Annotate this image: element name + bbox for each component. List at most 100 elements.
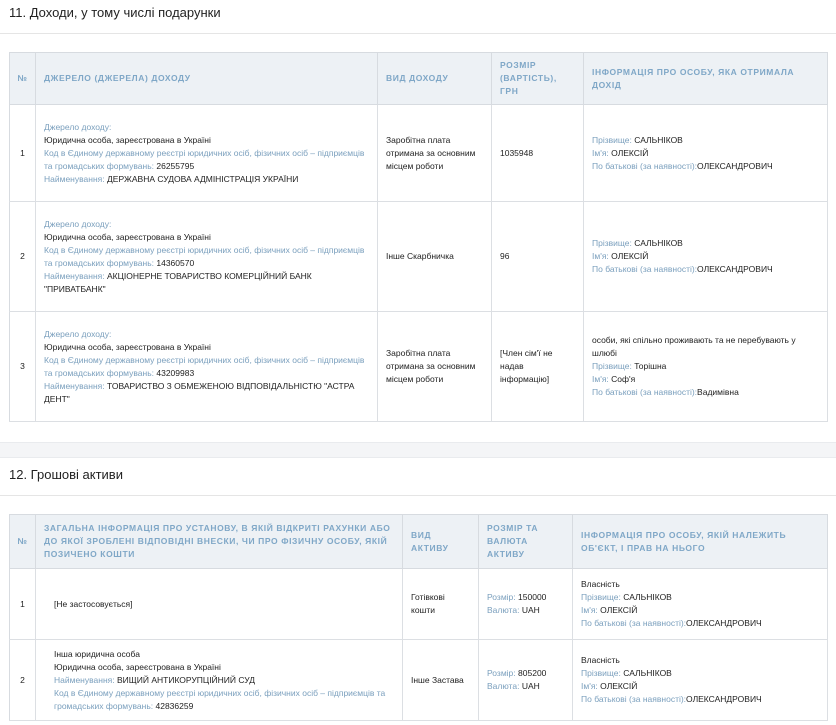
source-kind: Юридична особа, зареєстрована в Україні (44, 231, 211, 242)
patronymic-label: По батькові (за наявності): (581, 618, 687, 628)
source-label: Джерело доходу: (44, 218, 112, 229)
income-source-cell: Джерело доходу: Юридична особа, зареєстр… (35, 104, 378, 202)
section-title-income: 11. Доходи, у тому числі подарунки (0, 0, 836, 34)
firstname-value: ОЛЕКСІЙ (600, 681, 638, 691)
code-value: 14360570 (156, 257, 195, 268)
income-source-cell: Джерело доходу: Юридична особа, зареєстр… (35, 311, 378, 422)
size-value: 805200 (518, 668, 547, 678)
col-header-amount: РОЗМІР (ВАРТІСТЬ), ГРН (491, 52, 584, 105)
name-value: ВИЩИЙ АНТИКОРУПЦІЙНИЙ СУД (117, 674, 256, 685)
relationship-text: особи, які спільно проживають та не пере… (592, 335, 796, 358)
code-value: 42836259 (155, 700, 194, 711)
section-monetary-assets: 12. Грошові активи № ЗАГАЛЬНА ІНФОРМАЦІЯ… (0, 458, 836, 721)
col-header-owner: ІНФОРМАЦІЯ ПРО ОСОБУ, ЯКІЙ НАЛЕЖИТЬ ОБ'Є… (572, 514, 828, 569)
code-label: Код в Єдиному державному реєстрі юридичн… (44, 354, 365, 378)
surname-label: Прізвище: (592, 238, 632, 248)
surname-value: САЛЬНІКОВ (623, 668, 672, 678)
assets-table: № ЗАГАЛЬНА ІНФОРМАЦІЯ ПРО УСТАНОВУ, В ЯК… (9, 514, 828, 721)
income-amount: 96 (491, 201, 584, 312)
currency-label: Валюта: (487, 605, 520, 615)
surname-label: Прізвище: (592, 134, 632, 145)
code-label: Код в Єдиному державному реєстрі юридичн… (44, 147, 365, 171)
row-number: 2 (9, 639, 36, 721)
name-label: Найменування: (54, 674, 115, 685)
currency-value: UAH (521, 605, 540, 615)
patronymic-label: По батькові (за наявності): (592, 387, 698, 397)
table-row: 2 Джерело доходу: Юридична особа, зареєс… (9, 201, 828, 312)
patronymic-value: ОЛЕКСАНДРОВИЧ (686, 694, 762, 704)
patronymic-label: По батькові (за наявності): (581, 694, 687, 704)
income-type: Заробітна плата отримана за основним міс… (377, 104, 492, 202)
recipient-cell: Прізвище: САЛЬНІКОВ Ім'я: ОЛЕКСІЙ По бат… (583, 201, 828, 312)
asset-amount-cell: Розмір: 805200 Валюта: UAH (478, 639, 573, 721)
patronymic-label: По батькові (за наявності): (592, 160, 698, 171)
size-value: 150000 (518, 592, 547, 602)
institution-text: Інша юридична особа (54, 648, 140, 659)
section-title-assets: 12. Грошові активи (0, 458, 836, 496)
size-label: Розмір: (487, 592, 516, 602)
patronymic-value: ОЛЕКСАНДРОВИЧ (697, 160, 773, 171)
owner-cell: Власність Прізвище: САЛЬНІКОВ Ім'я: ОЛЕК… (572, 639, 828, 721)
surname-value: САЛЬНІКОВ (623, 592, 672, 602)
table-row: 1 [Не застосовується] Готівкові кошти Ро… (9, 568, 828, 640)
surname-value: САЛЬНІКОВ (634, 238, 683, 248)
name-label: Найменування: (44, 270, 105, 281)
asset-type: Готівкові кошти (402, 568, 479, 640)
code-value: 26255795 (156, 160, 195, 171)
firstname-label: Ім'я: (592, 251, 609, 261)
size-label: Розмір: (487, 668, 516, 678)
code-value: 43209983 (156, 367, 195, 378)
institution-cell: Інша юридична особа Юридична особа, заре… (35, 639, 403, 721)
asset-type: Інше Застава (402, 639, 479, 721)
table-row: 3 Джерело доходу: Юридична особа, зареєс… (9, 311, 828, 422)
col-header-source: ДЖЕРЕЛО (ДЖЕРЕЛА) ДОХОДУ (35, 52, 378, 105)
asset-amount-cell: Розмір: 150000 Валюта: UAH (478, 568, 573, 640)
patronymic-label: По батькові (за наявності): (592, 264, 698, 274)
patronymic-value: Вадимівна (697, 387, 739, 397)
patronymic-value: ОЛЕКСАНДРОВИЧ (697, 264, 773, 274)
owner-cell: Власність Прізвище: САЛЬНІКОВ Ім'я: ОЛЕК… (572, 568, 828, 640)
section-income: 11. Доходи, у тому числі подарунки № ДЖЕ… (0, 0, 836, 422)
firstname-value: ОЛЕКСІЙ (611, 147, 649, 158)
table-row: 1 Джерело доходу: Юридична особа, зареєс… (9, 104, 828, 202)
row-number: 2 (9, 201, 36, 312)
source-label: Джерело доходу: (44, 328, 112, 339)
source-kind: Юридична особа, зареєстрована в Україні (44, 341, 211, 352)
recipient-cell: Прізвище: САЛЬНІКОВ Ім'я: ОЛЕКСІЙ По бат… (583, 104, 828, 202)
ownership-type: Власність (581, 655, 620, 665)
surname-label: Прізвище: (581, 592, 621, 602)
col-header-asset-amount: РОЗМІР ТА ВАЛЮТА АКТИВУ (478, 514, 573, 569)
name-label: Найменування: (44, 380, 105, 391)
source-kind: Юридична особа, зареєстрована в Україні (44, 134, 211, 145)
firstname-label: Ім'я: (581, 605, 598, 615)
surname-label: Прізвище: (592, 361, 632, 371)
recipient-cell: особи, які спільно проживають та не пере… (583, 311, 828, 422)
source-label: Джерело доходу: (44, 121, 112, 132)
col-header-num: № (9, 514, 36, 569)
income-amount: [Член сім'ї не надав інформацію] (491, 311, 584, 422)
table-row: 2 Інша юридична особа Юридична особа, за… (9, 639, 828, 721)
firstname-label: Ім'я: (592, 374, 609, 384)
row-number: 1 (9, 568, 36, 640)
row-number: 1 (9, 104, 36, 202)
income-type: Заробітна плата отримана за основним міс… (377, 311, 492, 422)
income-source-cell: Джерело доходу: Юридична особа, зареєстр… (35, 201, 378, 312)
col-header-institution: ЗАГАЛЬНА ІНФОРМАЦІЯ ПРО УСТАНОВУ, В ЯКІЙ… (35, 514, 403, 569)
section-divider (0, 442, 836, 458)
institution-cell: [Не застосовується] (35, 568, 403, 640)
surname-value: САЛЬНІКОВ (634, 134, 683, 145)
col-header-income-type: ВИД ДОХОДУ (377, 52, 492, 105)
income-amount: 1035948 (491, 104, 584, 202)
col-header-asset-type: ВИД АКТИВУ (402, 514, 479, 569)
firstname-label: Ім'я: (592, 147, 609, 158)
patronymic-value: ОЛЕКСАНДРОВИЧ (686, 618, 762, 628)
row-number: 3 (9, 311, 36, 422)
ownership-type: Власність (581, 579, 620, 589)
code-label: Код в Єдиному державному реєстрі юридичн… (54, 687, 386, 711)
surname-label: Прізвище: (581, 668, 621, 678)
name-value: ДЕРЖАВНА СУДОВА АДМІНІСТРАЦІЯ УКРАЇНИ (107, 173, 299, 184)
firstname-value: Соф'я (611, 374, 636, 384)
firstname-value: ОЛЕКСІЙ (611, 251, 649, 261)
firstname-label: Ім'я: (581, 681, 598, 691)
col-header-num: № (9, 52, 36, 105)
